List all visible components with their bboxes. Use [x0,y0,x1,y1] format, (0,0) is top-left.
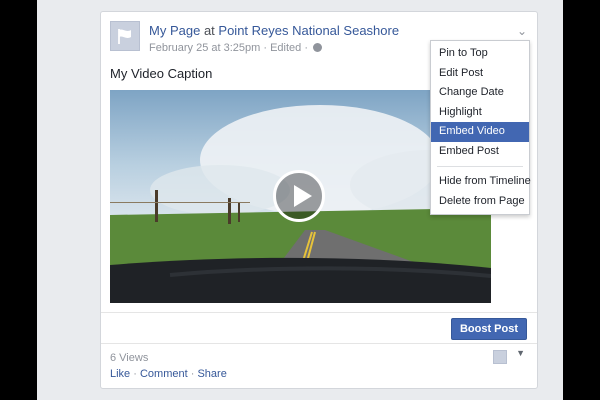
post-caption: My Video Caption [110,66,213,81]
meta-separator: · [304,42,309,54]
post-header: My Page at Point Reyes National Seashore [149,23,399,38]
boost-post-button[interactable]: Boost Post [450,318,527,340]
menu-item-embed-post[interactable]: Embed Post [431,142,529,162]
menu-item-embed-video[interactable]: Embed Video [431,122,529,142]
post-actions: Like · Comment · Share [110,368,227,380]
page-flag-icon[interactable] [493,350,507,364]
divider [101,312,537,313]
post-date[interactable]: February 25 at 3:25pm [149,42,260,54]
like-link[interactable]: Like [110,368,130,380]
page-background: My Page at Point Reyes National Seashore… [37,0,563,400]
post-options-menu: Pin to Top Edit Post Change Date Highlig… [430,40,531,215]
share-link[interactable]: Share [197,368,226,380]
menu-item-highlight[interactable]: Highlight [431,103,529,123]
globe-icon[interactable] [313,43,323,52]
chevron-down-icon[interactable]: ▼ [516,348,525,358]
play-icon[interactable] [273,170,325,222]
chevron-down-icon[interactable]: ⌄ [517,24,527,38]
divider [101,343,537,344]
menu-divider [437,166,523,167]
post-meta: February 25 at 3:25pm · Edited · [149,42,323,54]
action-separator: · [133,368,137,380]
views-count: 6 Views [110,352,149,364]
meta-separator: · [263,42,268,54]
menu-item-edit-post[interactable]: Edit Post [431,64,529,84]
flag-icon [118,29,131,44]
at-text: at [203,23,215,38]
page-avatar[interactable] [110,21,140,51]
menu-item-delete-from-page[interactable]: Delete from Page [431,192,529,212]
menu-item-pin-to-top[interactable]: Pin to Top [431,44,529,64]
menu-item-hide-from-timeline[interactable]: Hide from Timeline [431,172,531,192]
comment-link[interactable]: Comment [140,368,188,380]
location-link[interactable]: Point Reyes National Seashore [218,23,399,38]
page-name-link[interactable]: My Page [149,23,200,38]
edited-label[interactable]: Edited [270,42,301,54]
menu-item-change-date[interactable]: Change Date [431,83,529,103]
action-separator: · [190,368,195,380]
